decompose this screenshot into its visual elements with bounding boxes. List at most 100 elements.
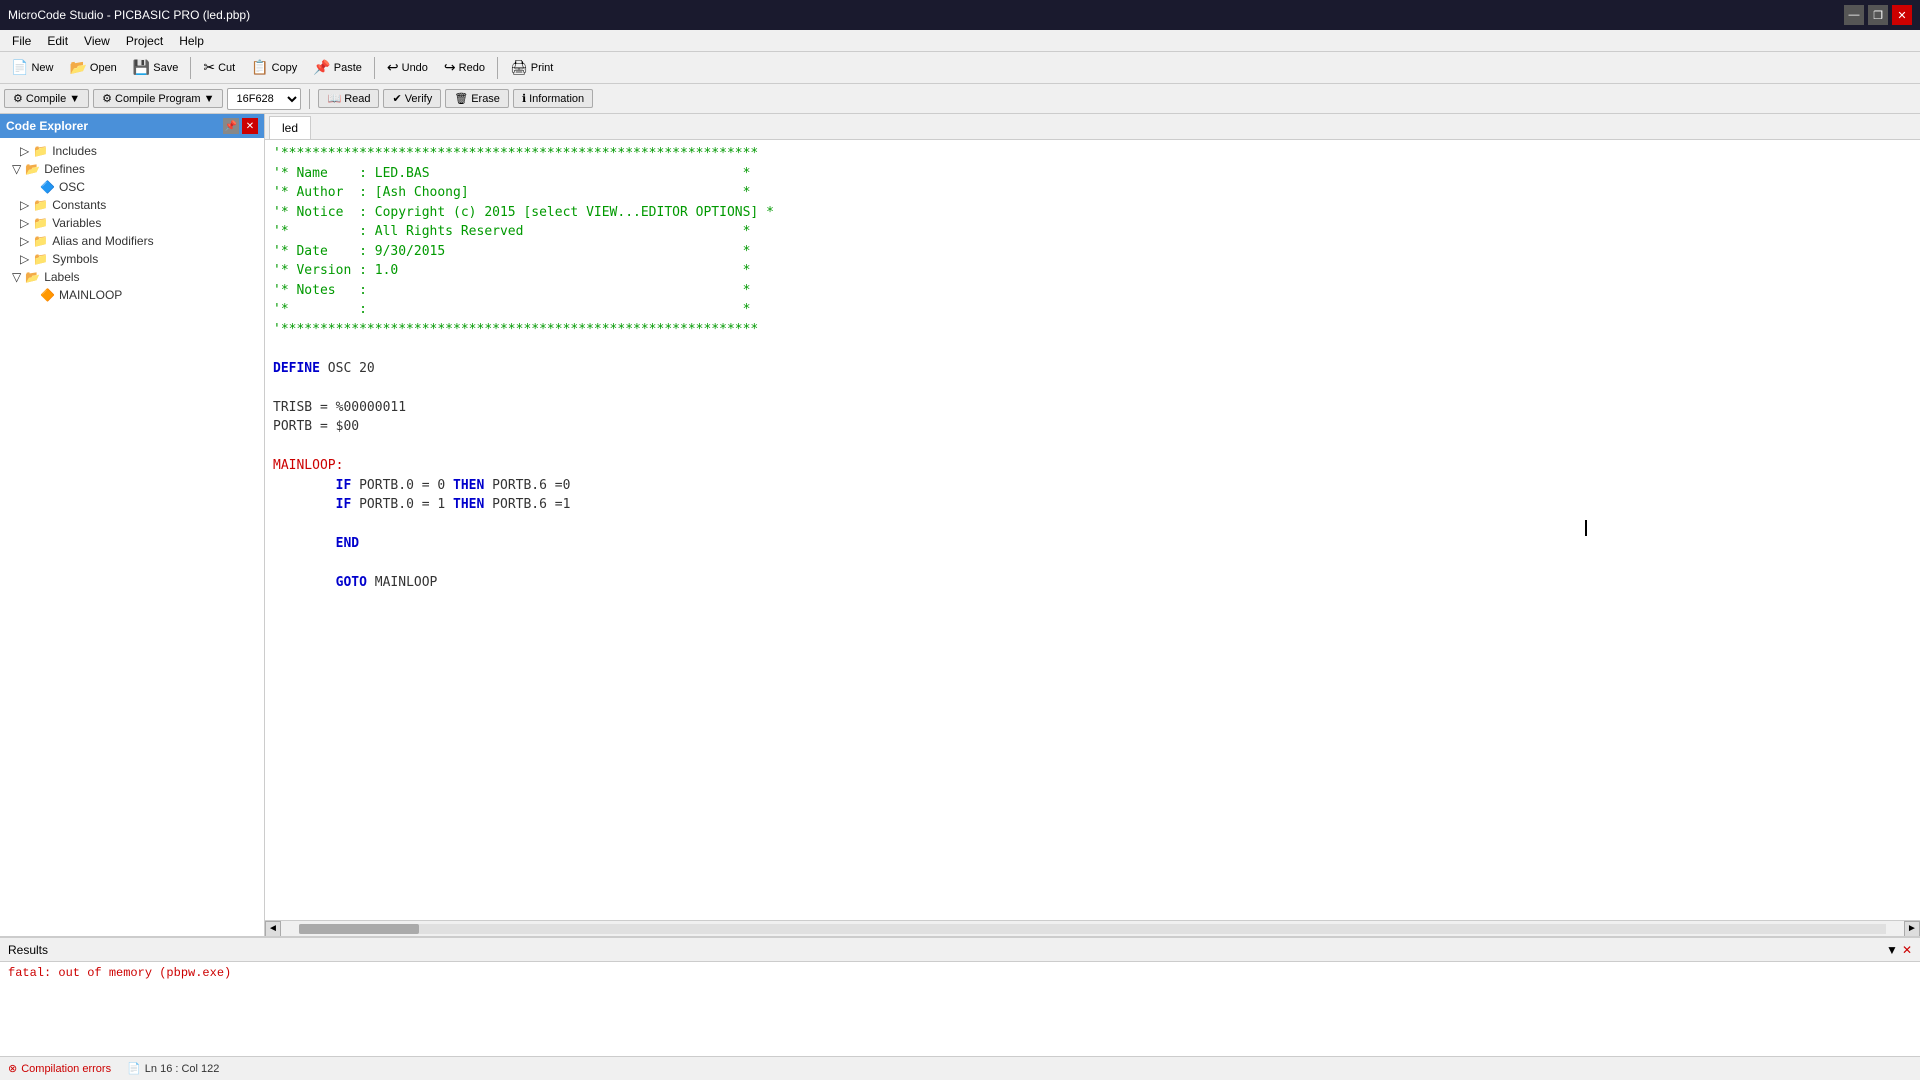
compile-bar: ⚙ Compile ▼ ⚙ Compile Program ▼ 16F628 1… <box>0 84 1920 114</box>
close-button[interactable]: ✕ <box>1892 5 1912 25</box>
expand-icon-symbols: ▷ <box>20 252 29 266</box>
editor-area: led '***********************************… <box>265 114 1920 936</box>
results-dropdown-icon[interactable]: ▼ <box>1886 943 1898 957</box>
menu-project[interactable]: Project <box>118 32 171 50</box>
expand-icon-defines: ▽ <box>12 162 21 176</box>
verify-label: Verify <box>405 93 433 105</box>
verify-button[interactable]: ✔ Verify <box>383 89 441 108</box>
code-block: '***************************************… <box>273 144 1912 593</box>
menu-bar: File Edit View Project Help <box>0 30 1920 52</box>
toolbar: 📄 New 📂 Open 💾 Save ✂ Cut 📋 Copy 📌 Paste… <box>0 52 1920 84</box>
undo-label: Undo <box>402 62 428 74</box>
read-icon: 📖 <box>327 92 341 105</box>
tree-item-alias[interactable]: ▷ 📁 Alias and Modifiers <box>0 232 264 250</box>
copy-button[interactable]: 📋 Copy <box>244 55 304 80</box>
new-button[interactable]: 📄 New <box>4 55 60 80</box>
title-bar: MicroCode Studio - PICBASIC PRO (led.pbp… <box>0 0 1920 30</box>
chip-select[interactable]: 16F628 16F877 16F84A 18F452 18F4550 <box>228 92 300 106</box>
sidebar-header: Code Explorer 📌 ✕ <box>0 114 264 138</box>
copy-label: Copy <box>272 62 298 74</box>
tree-item-defines[interactable]: ▽ 📂 Defines <box>0 160 264 178</box>
scroll-right-button[interactable]: ► <box>1904 921 1920 937</box>
expand-icon-variables: ▷ <box>20 216 29 230</box>
compile-icon: ⚙ <box>13 92 23 105</box>
results-panel: Results ▼ ✕ fatal: out of memory (pbpw.e… <box>0 936 1920 1056</box>
paste-button[interactable]: 📌 Paste <box>306 55 369 80</box>
open-label: Open <box>90 62 117 74</box>
editor-tabs: led <box>265 114 1920 140</box>
compile-label: Compile <box>26 93 66 105</box>
sidebar-title: Code Explorer <box>6 119 88 133</box>
menu-edit[interactable]: Edit <box>39 32 76 50</box>
tree-item-mainloop[interactable]: 🔶 MAINLOOP <box>0 286 264 304</box>
save-button[interactable]: 💾 Save <box>126 55 186 80</box>
folder-icon-variables: 📁 <box>33 216 48 230</box>
read-button[interactable]: 📖 Read <box>318 89 379 108</box>
open-button[interactable]: 📂 Open <box>62 55 123 80</box>
compile-button[interactable]: ⚙ Compile ▼ <box>4 89 89 108</box>
code-explorer-sidebar: Code Explorer 📌 ✕ ▷ 📁 Includes ▽ 📂 Defin… <box>0 114 265 936</box>
erase-button[interactable]: 🗑 Erase <box>445 89 509 108</box>
maximize-button[interactable]: ❐ <box>1868 5 1888 25</box>
scroll-thumb[interactable] <box>299 924 419 934</box>
sidebar-close-button[interactable]: ✕ <box>242 118 258 134</box>
item-icon-osc: 🔷 <box>40 180 55 194</box>
results-header: Results ▼ ✕ <box>0 938 1920 962</box>
tree-item-constants[interactable]: ▷ 📁 Constants <box>0 196 264 214</box>
results-close-button[interactable]: ✕ <box>1902 943 1912 957</box>
compile-separator <box>309 89 310 109</box>
information-button[interactable]: ℹ Information <box>513 89 593 108</box>
folder-icon-alias: 📁 <box>33 234 48 248</box>
tree-label-alias: Alias and Modifiers <box>52 234 153 248</box>
compile-program-button[interactable]: ⚙ Compile Program ▼ <box>93 89 223 108</box>
compile-dropdown-icon: ▼ <box>69 93 80 105</box>
save-label: Save <box>153 62 178 74</box>
error-label: Compilation errors <box>21 1063 111 1075</box>
erase-icon: 🗑 <box>454 92 468 105</box>
results-title: Results <box>8 943 48 957</box>
read-label: Read <box>344 93 370 105</box>
copy-icon: 📋 <box>251 59 268 76</box>
window-controls: — ❐ ✕ <box>1844 5 1912 25</box>
paste-icon: 📌 <box>313 59 330 76</box>
sidebar-pin-button[interactable]: 📌 <box>223 118 239 134</box>
file-icon: 📄 <box>127 1062 141 1075</box>
print-label: Print <box>531 62 554 74</box>
tree-item-labels[interactable]: ▽ 📂 Labels <box>0 268 264 286</box>
cut-icon: ✂ <box>203 59 215 76</box>
undo-button[interactable]: ↩ Undo <box>380 55 435 80</box>
tree-label-symbols: Symbols <box>52 252 98 266</box>
redo-label: Redo <box>459 62 485 74</box>
redo-button[interactable]: ↪ Redo <box>437 55 492 80</box>
minimize-button[interactable]: — <box>1844 5 1864 25</box>
print-button[interactable]: 🖨 Print <box>503 55 560 80</box>
compile-program-icon: ⚙ <box>102 92 112 105</box>
menu-file[interactable]: File <box>4 32 39 50</box>
menu-view[interactable]: View <box>76 32 118 50</box>
tree-item-variables[interactable]: ▷ 📁 Variables <box>0 214 264 232</box>
expand-icon-constants: ▷ <box>20 198 29 212</box>
cursor-position-status: 📄 Ln 16 : Col 122 <box>127 1062 219 1075</box>
tree-item-symbols[interactable]: ▷ 📁 Symbols <box>0 250 264 268</box>
tree-label-osc: OSC <box>59 180 85 194</box>
folder-icon-defines: 📂 <box>25 162 40 176</box>
tree-item-includes[interactable]: ▷ 📁 Includes <box>0 142 264 160</box>
cursor-position: Ln 16 : Col 122 <box>145 1063 220 1075</box>
results-text: fatal: out of memory (pbpw.exe) <box>8 966 231 980</box>
tree-label-variables: Variables <box>52 216 101 230</box>
editor-tab-led[interactable]: led <box>269 116 311 139</box>
horizontal-scrollbar[interactable]: ◄ ► <box>265 920 1920 936</box>
text-cursor <box>1585 520 1587 536</box>
results-controls: ▼ ✕ <box>1886 943 1912 957</box>
tab-label: led <box>282 121 298 135</box>
tree-item-osc[interactable]: 🔷 OSC <box>0 178 264 196</box>
chip-selector[interactable]: 16F628 16F877 16F84A 18F452 18F4550 <box>227 88 301 110</box>
sidebar-controls: 📌 ✕ <box>223 118 258 134</box>
toolbar-separator-2 <box>374 57 375 79</box>
tree-label-constants: Constants <box>52 198 106 212</box>
scroll-left-button[interactable]: ◄ <box>265 921 281 937</box>
cut-button[interactable]: ✂ Cut <box>196 55 242 80</box>
sidebar-tree: ▷ 📁 Includes ▽ 📂 Defines 🔷 OSC ▷ 📁 <box>0 138 264 936</box>
menu-help[interactable]: Help <box>171 32 212 50</box>
editor-content[interactable]: '***************************************… <box>265 140 1920 920</box>
